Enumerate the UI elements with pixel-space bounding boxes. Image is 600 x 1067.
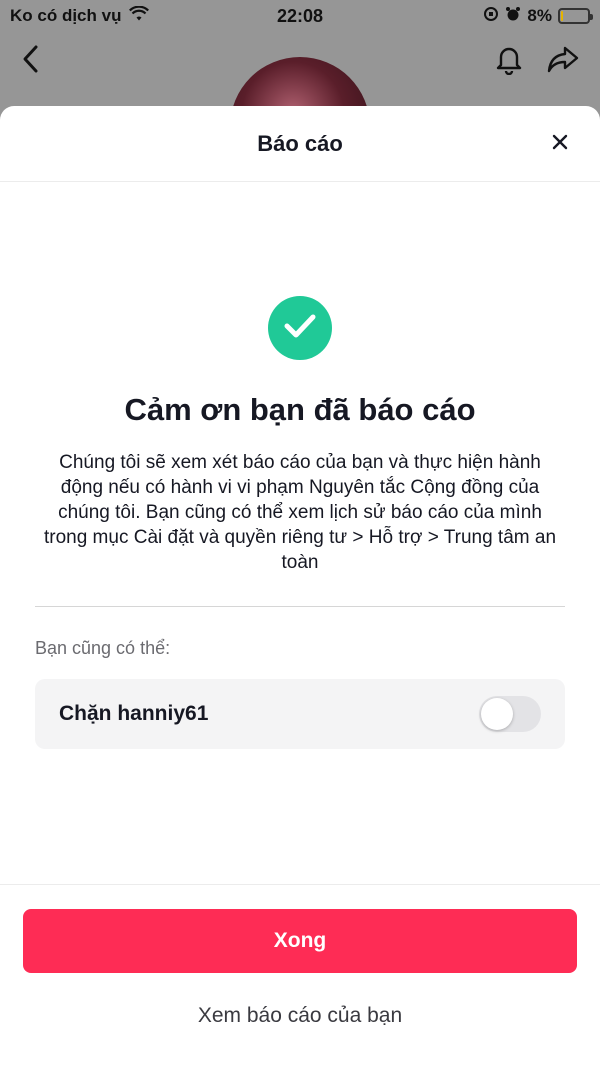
back-icon[interactable] xyxy=(20,44,42,79)
section-divider xyxy=(35,606,565,607)
sheet-header: Báo cáo xyxy=(0,106,600,182)
share-icon[interactable] xyxy=(546,44,580,79)
also-can-label: Bạn cũng có thể: xyxy=(35,638,171,658)
done-button[interactable]: Xong xyxy=(23,909,577,973)
block-user-toggle[interactable] xyxy=(479,696,541,732)
close-button[interactable] xyxy=(548,132,572,156)
clock-time: 22:08 xyxy=(276,5,324,26)
alarm-icon xyxy=(505,6,521,27)
rotation-lock-icon xyxy=(483,6,499,27)
sheet-title: Báo cáo xyxy=(257,130,343,156)
status-bar: Ko có dịch vụ 22:08 8% xyxy=(0,0,600,32)
battery-percent: 8% xyxy=(527,6,552,25)
carrier-text: Ko có dịch vụ xyxy=(10,6,122,25)
report-sheet: Báo cáo Cảm ơn bạn đã báo cáo Chúng tôi … xyxy=(0,106,600,1067)
close-icon xyxy=(551,133,569,156)
block-user-label: Chặn hanniy61 xyxy=(59,702,209,725)
report-description: Chúng tôi sẽ xem xét báo cáo của bạn và … xyxy=(43,452,557,573)
bell-icon[interactable] xyxy=(494,43,524,80)
view-reports-link[interactable]: Xem báo cáo của bạn xyxy=(0,1004,600,1028)
block-user-row[interactable]: Chặn hanniy61 xyxy=(35,679,565,749)
wifi-icon xyxy=(129,5,150,27)
profile-top-nav xyxy=(0,38,600,84)
footer-divider xyxy=(0,884,600,885)
success-badge xyxy=(268,296,332,360)
checkmark-icon xyxy=(283,312,317,345)
battery-icon xyxy=(558,8,593,24)
thank-you-heading: Cảm ơn bạn đã báo cáo xyxy=(124,392,476,427)
toggle-knob xyxy=(481,698,513,730)
